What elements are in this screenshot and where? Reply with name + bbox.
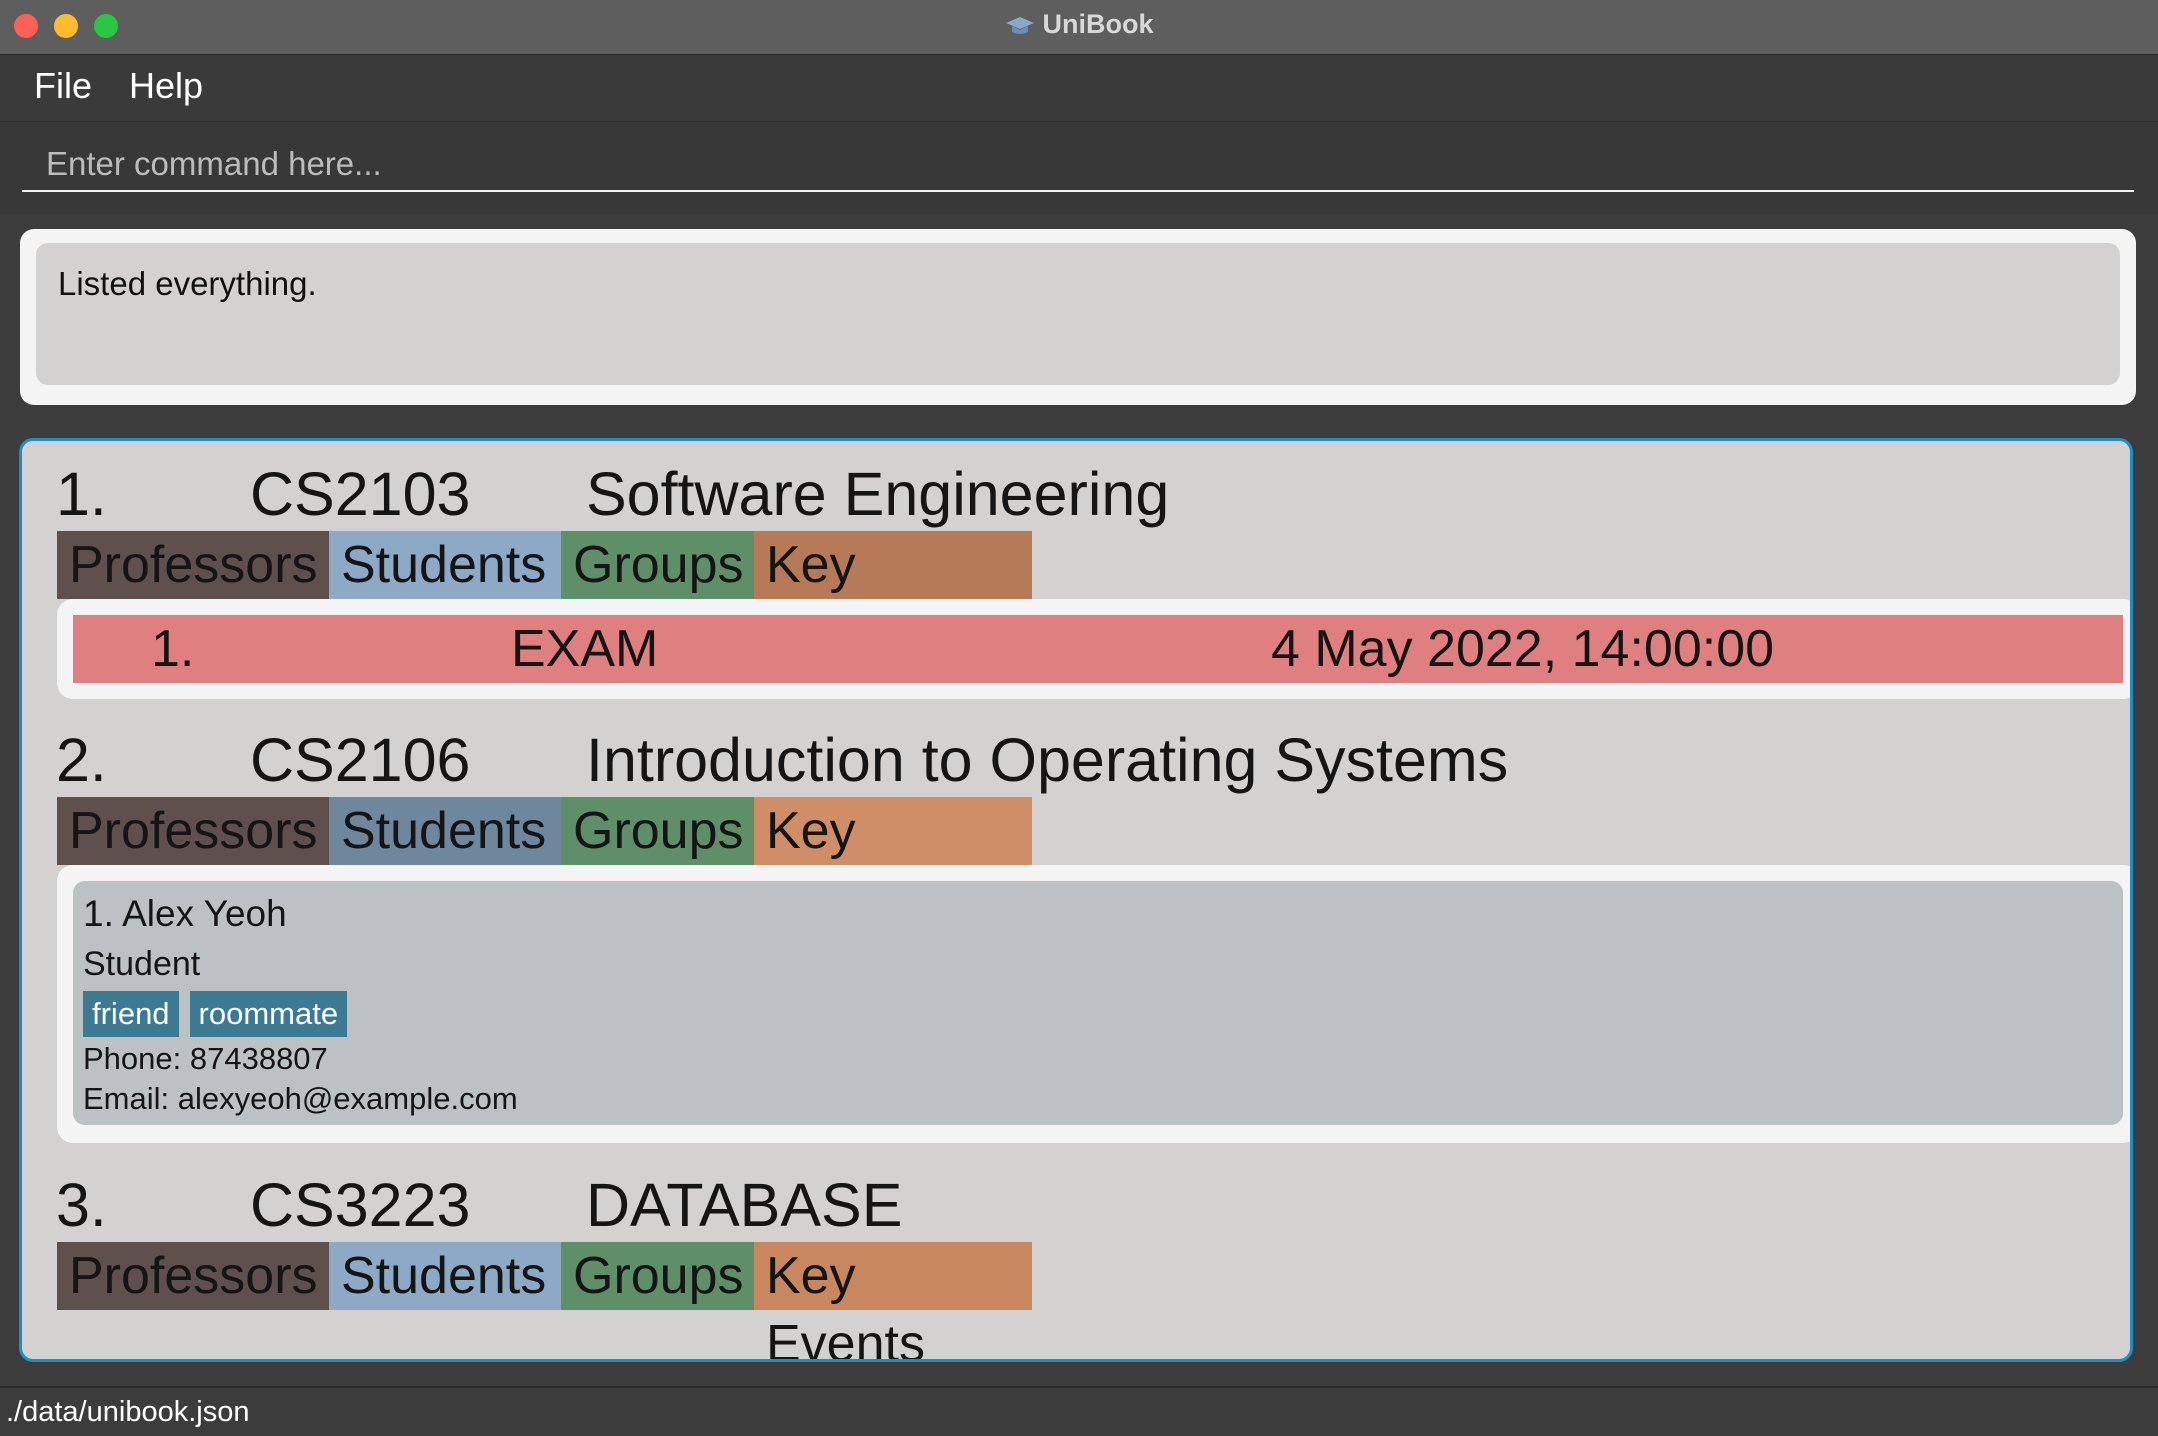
graduation-cap-icon (1005, 16, 1034, 34)
result-text-area[interactable]: Listed everything. (36, 243, 2120, 385)
module-tabs: Professors Students Groups Key Events (38, 1242, 2130, 1359)
module-name: DATABASE (586, 1171, 903, 1239)
module-card[interactable]: 3. CS3223 DATABASE Professors Students G… (38, 1170, 2130, 1359)
person-tags: friend roommate (83, 991, 358, 1037)
module-header: 3. CS3223 DATABASE (38, 1170, 2130, 1242)
person-phone: Phone: 87438807 (83, 1041, 328, 1076)
menu-help[interactable]: Help (129, 65, 203, 107)
status-bar: ./data/unibook.json (0, 1386, 2158, 1436)
tab-professors[interactable]: Professors (57, 531, 329, 599)
module-header: 1. CS2103 Software Engineering (38, 459, 2130, 531)
module-tabs: Professors Students Groups Key Events (38, 531, 2130, 662)
title-bar[interactable]: UniBook (0, 0, 2158, 55)
module-list-panel[interactable]: 1. CS2103 Software Engineering Professor… (19, 438, 2133, 1362)
event-index: 1. (151, 620, 195, 678)
module-name: Introduction to Operating Systems (586, 726, 1509, 794)
tab-groups[interactable]: Groups (561, 1242, 754, 1310)
window-title-text: UniBook (1042, 9, 1154, 39)
tab-professors[interactable]: Professors (57, 797, 329, 865)
menu-bar: File Help (0, 55, 2158, 122)
result-display: Listed everything. (0, 215, 2158, 413)
person-name: 1. Alex Yeoh (83, 893, 287, 934)
app-window: UniBook File Help Listed everything. 1. … (0, 0, 2158, 1436)
person-role: Student (83, 945, 201, 983)
tab-students[interactable]: Students (329, 797, 561, 865)
module-card[interactable]: 2. CS2106 Introduction to Operating Syst… (38, 725, 2130, 1143)
module-card[interactable]: 1. CS2103 Software Engineering Professor… (38, 459, 2130, 699)
data-file-path: ./data/unibook.json (6, 1396, 250, 1428)
module-header: 2. CS2106 Introduction to Operating Syst… (38, 725, 2130, 797)
command-input[interactable] (22, 138, 2134, 192)
students-list: 1. Alex Yeoh Student friend roommate Phon… (57, 865, 2130, 1143)
tag-badge: friend (83, 991, 179, 1037)
menu-file[interactable]: File (34, 65, 92, 107)
module-code: CS2103 (250, 460, 471, 528)
module-index: 2. (56, 726, 107, 794)
key-events-list: 1. EXAM 4 May 2022, 14:00:00 (57, 599, 2130, 699)
event-datetime: 4 May 2022, 14:00:00 (1271, 620, 1775, 678)
person-card[interactable]: 1. Alex Yeoh Student friend roommate Phon… (73, 881, 2123, 1125)
module-name: Software Engineering (586, 460, 1170, 528)
event-type: EXAM (511, 620, 659, 678)
module-tabs: Professors Students Groups Key Events (38, 797, 2130, 928)
module-code: CS2106 (250, 726, 471, 794)
module-index: 1. (56, 460, 107, 528)
result-display-frame: Listed everything. (20, 229, 2136, 405)
command-box (0, 122, 2158, 214)
tab-key-events[interactable]: Key Events (754, 1242, 1032, 1359)
module-index: 3. (56, 1171, 107, 1239)
tab-students[interactable]: Students (329, 1242, 561, 1310)
tab-students[interactable]: Students (329, 531, 561, 599)
tab-key-events[interactable]: Key Events (754, 797, 1032, 928)
window-title: UniBook (0, 9, 2158, 40)
tag-badge: roommate (189, 991, 348, 1037)
tab-key-events[interactable]: Key Events (754, 531, 1032, 662)
person-email: Email: alexyeoh@example.com (83, 1081, 518, 1116)
tab-groups[interactable]: Groups (561, 797, 754, 865)
result-message: Listed everything. (58, 265, 317, 302)
tab-groups[interactable]: Groups (561, 531, 754, 599)
key-event-row[interactable]: 1. EXAM 4 May 2022, 14:00:00 (73, 615, 2123, 683)
module-code: CS3223 (250, 1171, 471, 1239)
tab-professors[interactable]: Professors (57, 1242, 329, 1310)
